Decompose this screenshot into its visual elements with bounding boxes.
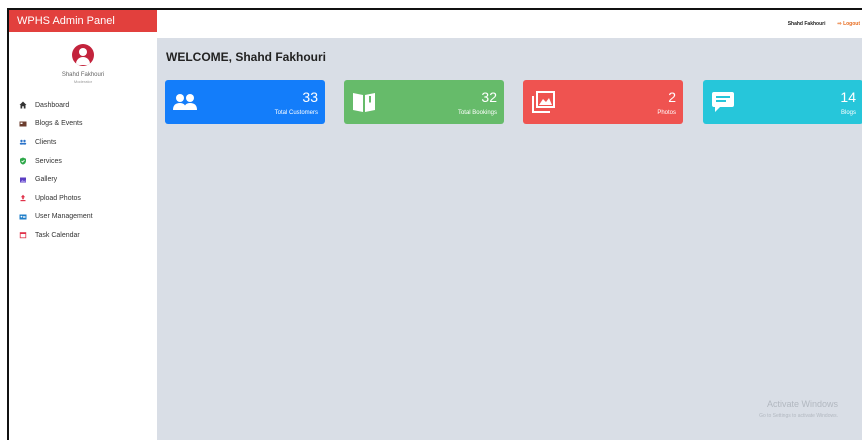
top-bar: Shahd Fakhouri ⇨ Logout: [157, 10, 862, 38]
sidebar-nav: Dashboard Blogs & Events Clients Service…: [9, 96, 157, 245]
sidebar-item-label: User Management: [35, 213, 93, 221]
stat-value: 2: [668, 89, 676, 105]
stat-card-bookings[interactable]: 32 Total Bookings: [344, 80, 504, 124]
sidebar-item-blogs-events[interactable]: Blogs & Events: [9, 115, 157, 134]
sidebar-item-label: Task Calendar: [35, 231, 80, 239]
stat-card-blogs[interactable]: 14 Blogs: [703, 80, 862, 124]
sidebar-item-gallery[interactable]: Gallery: [9, 170, 157, 189]
sidebar-item-services[interactable]: Services: [9, 152, 157, 171]
sidebar-item-label: Clients: [35, 138, 57, 146]
gallery-icon: [19, 176, 27, 184]
profile-name: Shahd Fakhouri: [61, 72, 105, 78]
stat-label: Total Customers: [274, 110, 318, 116]
sidebar-item-label: Gallery: [35, 176, 58, 184]
page-title: WELCOME, Shahd Fakhouri: [166, 50, 327, 64]
id-card-icon: [19, 213, 27, 221]
stat-card-photos[interactable]: 2 Photos: [523, 80, 683, 124]
shield-check-icon: [19, 157, 27, 165]
stat-value: 33: [302, 89, 318, 105]
stat-value: 32: [481, 89, 497, 105]
activate-windows-title: Activate Windows: [766, 399, 838, 409]
logout-label: Logout: [843, 21, 860, 27]
upload-icon: [19, 194, 27, 202]
photos-icon: [532, 91, 555, 113]
profile-block: Shahd Fakhouri Moderator: [9, 32, 157, 84]
stat-value: 14: [840, 89, 856, 105]
newspaper-icon: [19, 120, 27, 128]
app-title[interactable]: WPHS Admin Panel: [9, 10, 157, 32]
sidebar-item-label: Blogs & Events: [35, 120, 83, 128]
users-icon: [19, 138, 27, 146]
sidebar-item-clients[interactable]: Clients: [9, 133, 157, 152]
sidebar-item-upload-photos[interactable]: Upload Photos: [9, 189, 157, 208]
sidebar-item-user-management[interactable]: User Management: [9, 208, 157, 227]
stat-card-customers[interactable]: 33 Total Customers: [165, 80, 325, 124]
calendar-icon: [19, 231, 27, 239]
stat-label: Photos: [657, 110, 676, 116]
avatar-icon: [72, 44, 94, 66]
stat-label: Total Bookings: [457, 110, 497, 116]
users-icon: [173, 94, 197, 110]
activate-windows-hint: Go to Settings to activate Windows.: [759, 413, 838, 419]
comment-icon: [712, 92, 734, 112]
logout-icon: ⇨: [837, 21, 842, 27]
main-content: WELCOME, Shahd Fakhouri 33 Total Custome…: [157, 38, 862, 440]
app-frame: WPHS Admin Panel Shahd Fakhouri Moderato…: [7, 8, 862, 440]
stat-label: Blogs: [840, 110, 856, 116]
book-open-icon: [353, 93, 375, 112]
sidebar-item-label: Services: [35, 157, 62, 165]
sidebar-item-dashboard[interactable]: Dashboard: [9, 96, 157, 115]
sidebar-item-label: Upload Photos: [35, 194, 81, 202]
sidebar: WPHS Admin Panel Shahd Fakhouri Moderato…: [9, 10, 157, 440]
topbar-username[interactable]: Shahd Fakhouri: [788, 21, 826, 27]
home-icon: [19, 101, 27, 109]
logout-button[interactable]: ⇨ Logout: [837, 21, 860, 27]
sidebar-item-task-calendar[interactable]: Task Calendar: [9, 226, 157, 245]
sidebar-item-label: Dashboard: [35, 101, 70, 109]
profile-role: Moderator: [73, 79, 93, 84]
